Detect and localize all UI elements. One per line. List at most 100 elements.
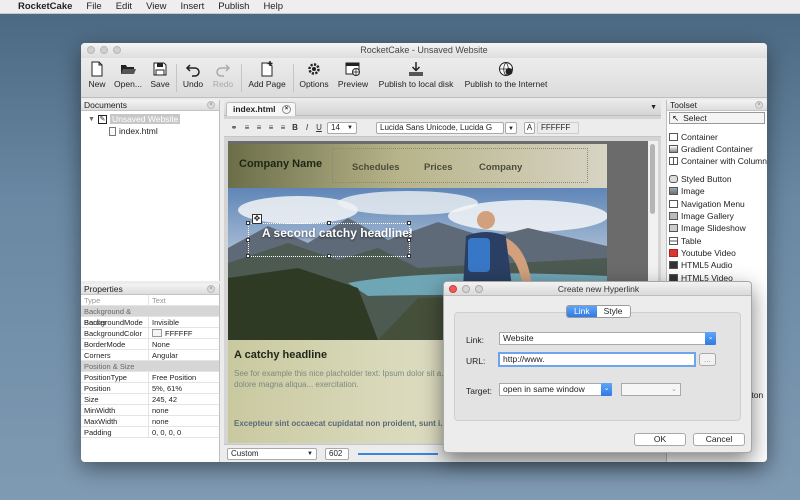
content-headline[interactable]: A catchy headline [234, 349, 327, 361]
resize-handle[interactable] [407, 254, 411, 258]
font-family-dropdown[interactable]: ▼ [505, 122, 517, 134]
menu-insert[interactable]: Insert [181, 1, 205, 12]
resize-handle[interactable] [407, 238, 411, 242]
tool-navigation-menu[interactable]: Navigation Menu [667, 197, 767, 209]
menu-publish[interactable]: Publish [218, 1, 249, 12]
property-row[interactable]: BorderMode None [81, 339, 219, 350]
close-panel-icon[interactable]: × [755, 101, 763, 109]
align-right-icon[interactable]: ≡ [266, 123, 276, 133]
site-brand[interactable]: Company Name [239, 158, 322, 170]
tool-container-with-columns[interactable]: Container with Column [667, 155, 767, 167]
target-select[interactable]: open in same window ⌄ [499, 383, 612, 396]
italic-icon[interactable]: I [302, 123, 312, 133]
undo-button[interactable]: Undo [181, 61, 205, 89]
publish-local-button[interactable]: Publish to local disk [375, 61, 457, 89]
property-value[interactable]: None [149, 339, 170, 349]
property-row[interactable]: MaxWidth none [81, 416, 219, 427]
publish-internet-button[interactable]: Publish to the Internet [462, 61, 550, 89]
property-row[interactable]: Padding 0, 0, 0, 0 [81, 427, 219, 438]
move-handle-icon[interactable]: ✥ [252, 214, 262, 224]
property-row[interactable]: Position 5%, 61% [81, 383, 219, 394]
menu-app-name[interactable]: RocketCake [18, 1, 72, 12]
menu-edit[interactable]: Edit [116, 1, 132, 12]
text-color-value[interactable]: FFFFFF [537, 122, 579, 134]
menu-view[interactable]: View [146, 1, 166, 12]
bold-icon[interactable]: B [290, 123, 300, 133]
text-color-button[interactable]: A [524, 122, 535, 134]
add-page-button[interactable]: Add Page [245, 61, 289, 89]
close-panel-icon[interactable]: × [207, 101, 215, 109]
tool-html5-audio[interactable]: HTML5 Audio [667, 259, 767, 271]
link-icon[interactable]: ⚭ [229, 123, 239, 133]
align-justify-icon[interactable]: ≡ [278, 123, 288, 133]
new-button[interactable]: New [87, 61, 107, 89]
site-nav[interactable]: Company Name Schedules Prices Company [228, 144, 607, 188]
font-size-select[interactable]: 14 ▼ [327, 122, 357, 134]
property-value[interactable]: Free Position [149, 372, 196, 382]
align-center-icon[interactable]: ≡ [254, 123, 264, 133]
resize-handle[interactable] [246, 254, 250, 258]
url-input[interactable]: http://www. [498, 352, 696, 367]
tool-select[interactable]: ↖ Select [669, 112, 765, 125]
property-value[interactable]: FFFFFF [149, 328, 193, 338]
tool-gradient-container[interactable]: Gradient Container [667, 143, 767, 155]
property-value[interactable]: 245, 42 [149, 394, 177, 404]
property-value[interactable]: Angular [149, 350, 178, 360]
ok-button[interactable]: OK [634, 433, 686, 446]
property-value[interactable]: 5%, 61% [149, 383, 182, 393]
property-value[interactable]: 0, 0, 0, 0 [149, 427, 181, 437]
property-value[interactable]: none [149, 405, 169, 415]
width-slider[interactable] [358, 453, 438, 455]
browse-button[interactable]: ... [699, 353, 716, 366]
property-row[interactable]: MinWidth none [81, 405, 219, 416]
open-button[interactable]: Open... [113, 61, 143, 89]
align-left-icon[interactable]: ≡ [242, 123, 252, 133]
property-row[interactable]: PositionType Free Position [81, 372, 219, 383]
close-window-button[interactable] [87, 46, 95, 54]
redo-button[interactable]: Redo [211, 61, 235, 89]
color-swatch[interactable] [152, 329, 162, 337]
underline-icon[interactable]: U [314, 123, 324, 133]
dialog-close-button[interactable] [449, 285, 457, 293]
tab-link[interactable]: Link [567, 306, 597, 317]
menu-help[interactable]: Help [263, 1, 283, 12]
options-button[interactable]: Options [297, 61, 331, 89]
close-tab-icon[interactable]: × [282, 105, 291, 114]
tree-item-index[interactable]: index.html [109, 126, 216, 136]
target-frame-select[interactable]: ⌄ [621, 383, 681, 396]
save-button[interactable]: Save [149, 61, 171, 89]
tab-index-html[interactable]: index.html × [226, 102, 296, 116]
layout-mode-select[interactable]: Custom ▼ [227, 448, 317, 460]
minimize-window-button[interactable] [100, 46, 108, 54]
property-value[interactable]: none [149, 416, 169, 426]
property-row[interactable]: BackgroundMode Invisible [81, 317, 219, 328]
property-row[interactable]: BackgroundColor FFFFFF [81, 328, 219, 339]
zoom-window-button[interactable] [113, 46, 121, 54]
cancel-button[interactable]: Cancel [693, 433, 745, 446]
resize-handle[interactable] [246, 238, 250, 242]
resize-handle[interactable] [246, 221, 250, 225]
tool-image-gallery[interactable]: Image Gallery [667, 210, 767, 222]
property-value[interactable]: Invisible [149, 317, 179, 327]
tab-menu-icon[interactable]: ▼ [650, 104, 657, 111]
resize-handle[interactable] [407, 221, 411, 225]
tool-table[interactable]: Table [667, 235, 767, 247]
tree-root-website[interactable]: ▼ ✎ Unsaved Website [84, 114, 216, 124]
tab-style[interactable]: Style [596, 306, 630, 317]
close-panel-icon[interactable]: × [207, 285, 215, 293]
tool-image-slideshow[interactable]: Image Slideshow [667, 222, 767, 234]
preview-button[interactable]: Preview [336, 61, 370, 89]
property-row[interactable]: Corners Angular [81, 350, 219, 361]
font-family-select[interactable]: Lucida Sans Unicode, Lucida G [376, 122, 504, 134]
tool-container[interactable]: Container [667, 130, 767, 142]
page-width-field[interactable]: 602 [325, 448, 349, 460]
tool-image[interactable]: Image [667, 185, 767, 197]
link-type-select[interactable]: Website ⌄ [499, 332, 716, 345]
tool-styled-button[interactable]: Styled Button [667, 173, 767, 185]
scrollbar-thumb[interactable] [650, 144, 655, 214]
tool-youtube-video[interactable]: Youtube Video [667, 247, 767, 259]
property-row[interactable]: Size 245, 42 [81, 394, 219, 405]
tree-expand-icon[interactable]: ▼ [88, 116, 95, 123]
resize-handle[interactable] [327, 221, 331, 225]
menu-file[interactable]: File [86, 1, 101, 12]
